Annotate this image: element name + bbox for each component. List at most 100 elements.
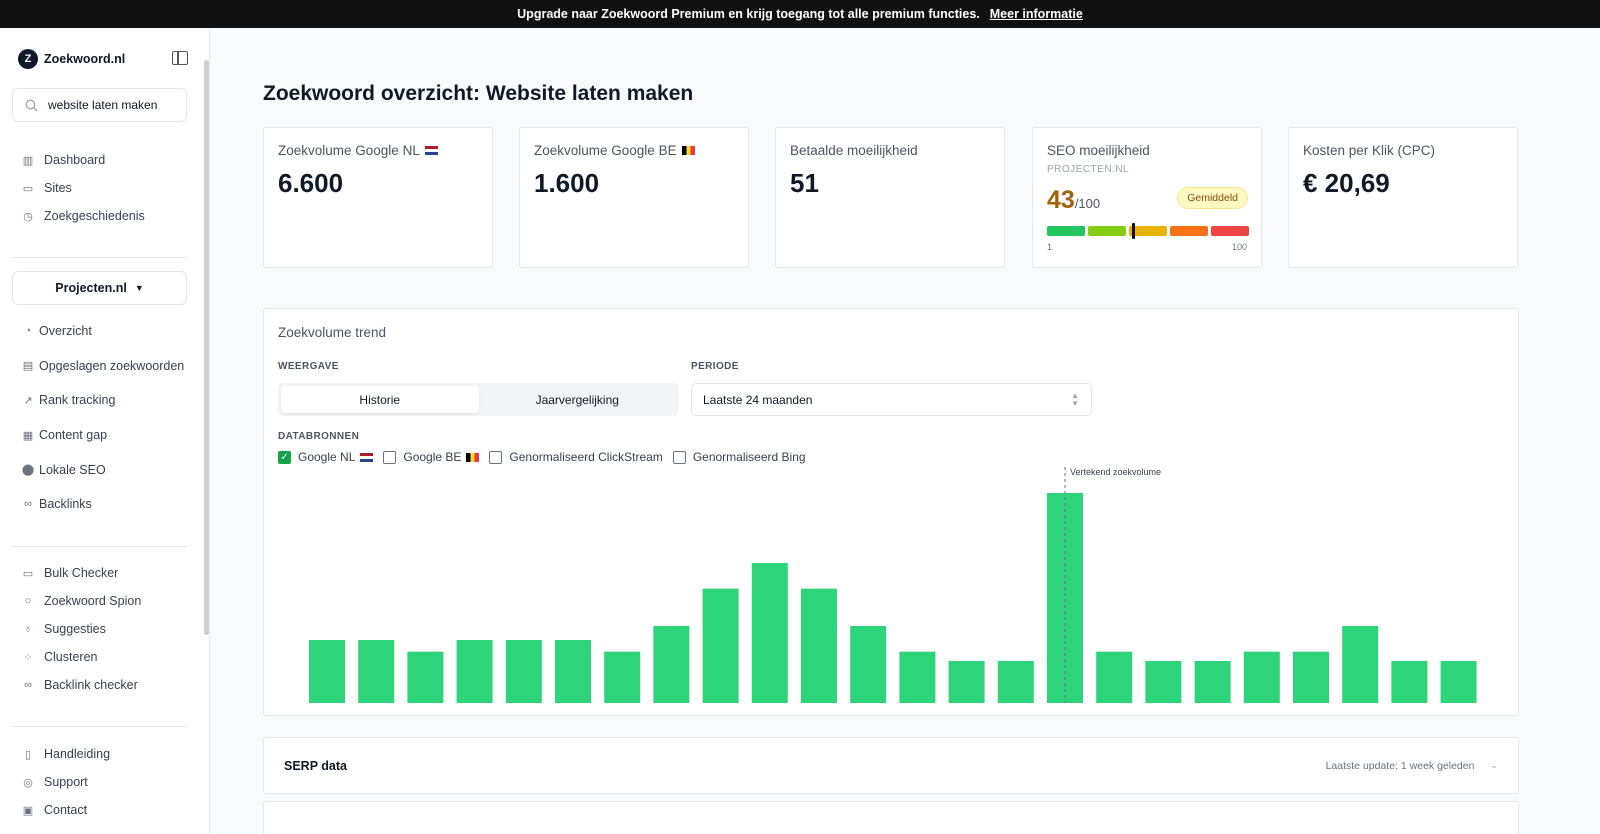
card-value: 6.600 <box>278 168 344 198</box>
card-cpc: Kosten per Klik (CPC) € 20,69 <box>1288 127 1518 268</box>
sidebar-scrollbar[interactable] <box>204 60 209 635</box>
sidebar-item-label: Contact <box>44 803 88 817</box>
sidebar-item-handleiding[interactable]: ▯ Handleiding <box>22 740 110 768</box>
gauge-segment <box>1170 226 1208 236</box>
divider <box>12 726 187 727</box>
sidebar-item-label: Overzicht <box>39 324 92 339</box>
seo-score-value: 43 <box>1047 186 1075 214</box>
sidebar-item-content-gap[interactable]: ▦ Content gap <box>22 418 184 453</box>
seo-score: 43/100 <box>1047 186 1100 215</box>
dashboard-icon: ▥ <box>22 154 34 167</box>
card-label: Betaalde moeilijkheid <box>790 143 918 158</box>
chart-bar[interactable] <box>604 651 641 703</box>
chart-bar[interactable] <box>1440 661 1477 703</box>
archive-icon: ▭ <box>22 567 34 580</box>
serp-update: Laatste update: 1 week geleden <box>1325 759 1475 772</box>
page-title: Zoekwoord overzicht: Website laten maken <box>263 82 693 106</box>
more-info-link[interactable]: Meer informatie <box>990 7 1083 21</box>
sidebar-item-dashboard[interactable]: ▥ Dashboard <box>22 146 145 174</box>
chart-bar[interactable] <box>751 563 788 703</box>
chart-bar[interactable] <box>801 588 837 703</box>
sidebar-item-support[interactable]: ◎ Support <box>22 768 110 796</box>
grid-icon: ⁘ <box>23 651 33 664</box>
chart-bar[interactable] <box>1194 661 1231 703</box>
card-label: Zoekvolume Google NL <box>278 143 420 158</box>
chart-bar[interactable] <box>358 640 395 703</box>
sidebar-item-label: Backlink checker <box>44 678 138 692</box>
sidebar-item-backlink-checker[interactable]: ∞ Backlink checker <box>22 671 141 699</box>
tab-jaarvergelijking[interactable]: Jaarvergelijking <box>479 386 677 413</box>
card-volume-be: Zoekvolume Google BE 1.600 <box>519 127 749 268</box>
chart-bar[interactable] <box>456 640 493 703</box>
chevron-down-icon: ▼ <box>134 283 144 293</box>
sidebar-item-opgeslagen-zoekwoorden[interactable]: ▤ Opgeslagen zoekwoorden <box>22 349 184 384</box>
card-seo-difficulty: SEO moeilijkheid PROJECTEN.NL 43/100 Gem… <box>1032 127 1262 268</box>
tab-historie[interactable]: Historie <box>281 386 479 413</box>
chart-bar[interactable] <box>948 661 985 703</box>
card-label: Zoekvolume Google BE <box>534 143 677 158</box>
page-title-keyword: Website laten maken <box>485 82 694 105</box>
search-icon <box>25 99 38 111</box>
chart-bar[interactable] <box>702 588 739 703</box>
sidebar-item-label: Zoekwoord Spion <box>44 594 142 608</box>
period-select[interactable]: Laatste 24 maanden ▲ ▼ <box>691 383 1092 416</box>
card-paid-difficulty: Betaalde moeilijkheid 51 <box>775 127 1005 268</box>
sidebar-item-label: Content gap <box>39 428 108 443</box>
project-dropdown[interactable]: Projecten.nl ▼ <box>12 271 187 305</box>
link-icon: ∞ <box>24 679 32 691</box>
chart-bar[interactable] <box>309 640 345 703</box>
logo-text: Zoekwoord.nl <box>44 52 126 66</box>
sidebar-item-label: Support <box>44 775 88 789</box>
chart-bar[interactable] <box>1096 651 1133 703</box>
flag-be-icon <box>681 146 695 155</box>
sidebar-item-overzicht[interactable]: ◔ Overzicht <box>22 314 184 349</box>
serp-title: SERP data <box>284 758 347 773</box>
chart-bar[interactable] <box>555 640 591 703</box>
sidebar-item-bulk-checker[interactable]: ▭ Bulk Checker <box>22 559 141 587</box>
chart-bar[interactable] <box>505 640 542 703</box>
difficulty-gauge <box>1047 226 1249 236</box>
updown-chevron-icon: ▲ ▼ <box>1071 391 1079 408</box>
sidebar-item-contact[interactable]: ▣ Contact <box>22 796 110 824</box>
sidebar-item-suggesties[interactable]: ♁ Suggesties <box>22 615 141 643</box>
logo[interactable]: Z Zoekwoord.nl <box>18 48 188 70</box>
sidebar-item-label: Zoekgeschiedenis <box>44 209 145 223</box>
card-value: 1.600 <box>534 168 600 198</box>
page-title-prefix: Zoekwoord overzicht: <box>263 82 481 105</box>
sidebar: Z Zoekwoord.nl website laten maken ▥ Dash… <box>0 28 210 834</box>
sidebar-item-lokale-seo[interactable]: ⬤ Lokale SEO <box>22 452 184 487</box>
project-name: Projecten.nl <box>55 281 127 295</box>
trend-card: Zoekvolume trend WEERGAVE Historie Jaarv… <box>263 308 1519 716</box>
keyword-search-input[interactable]: website laten maken <box>12 88 187 122</box>
sidebar-item-zoekgeschiedenis[interactable]: ◷ Zoekgeschiedenis <box>22 202 145 230</box>
chart-bar[interactable] <box>850 626 887 703</box>
sidebar-item-sites[interactable]: ▭ Sites <box>22 174 145 202</box>
serp-section[interactable]: SERP data Laatste update: 1 week geleden… <box>263 737 1519 794</box>
keyboard-icon: ▤ <box>22 360 34 373</box>
upgrade-banner: Upgrade naar Zoekwoord Premium en krijg … <box>0 0 1600 28</box>
sidebar-item-clusteren[interactable]: ⁘ Clusteren <box>22 643 141 671</box>
chart-bar[interactable] <box>1293 651 1329 703</box>
sidebar-item-zoekwoord-spion[interactable]: ○ Zoekwoord Spion <box>22 587 142 615</box>
chart-bar[interactable] <box>1342 626 1379 703</box>
gauge-segment <box>1088 226 1126 236</box>
sidebar-item-label: Clusteren <box>44 650 98 664</box>
chart-bar[interactable] <box>1391 661 1428 703</box>
sidebar-item-label: Suggesties <box>44 622 106 636</box>
main-nav: ▥ Dashboard ▭ Sites ◷ Zoekgeschiedenis <box>22 146 145 230</box>
chart-bar[interactable] <box>407 651 444 703</box>
sidebar-toggle-icon[interactable] <box>172 51 188 65</box>
logo-icon: Z <box>18 49 38 69</box>
seo-project: PROJECTEN.NL <box>1047 164 1130 175</box>
sidebar-item-backlinks[interactable]: ∞ Backlinks <box>22 487 184 522</box>
pie-icon: ◔ <box>24 325 32 338</box>
chart-bar[interactable] <box>1145 661 1182 703</box>
pin-icon: ⬤ <box>21 464 35 477</box>
sidebar-item-rank-tracking[interactable]: ↗ Rank tracking <box>22 383 184 418</box>
chart-bar[interactable] <box>899 651 936 703</box>
chevron-down-icon[interactable]: ⌄ <box>1490 760 1498 771</box>
chart-bar[interactable] <box>997 661 1034 703</box>
card-label: SEO moeilijkheid <box>1047 143 1150 158</box>
chart-bar[interactable] <box>1243 651 1280 703</box>
chart-bar[interactable] <box>653 626 690 703</box>
